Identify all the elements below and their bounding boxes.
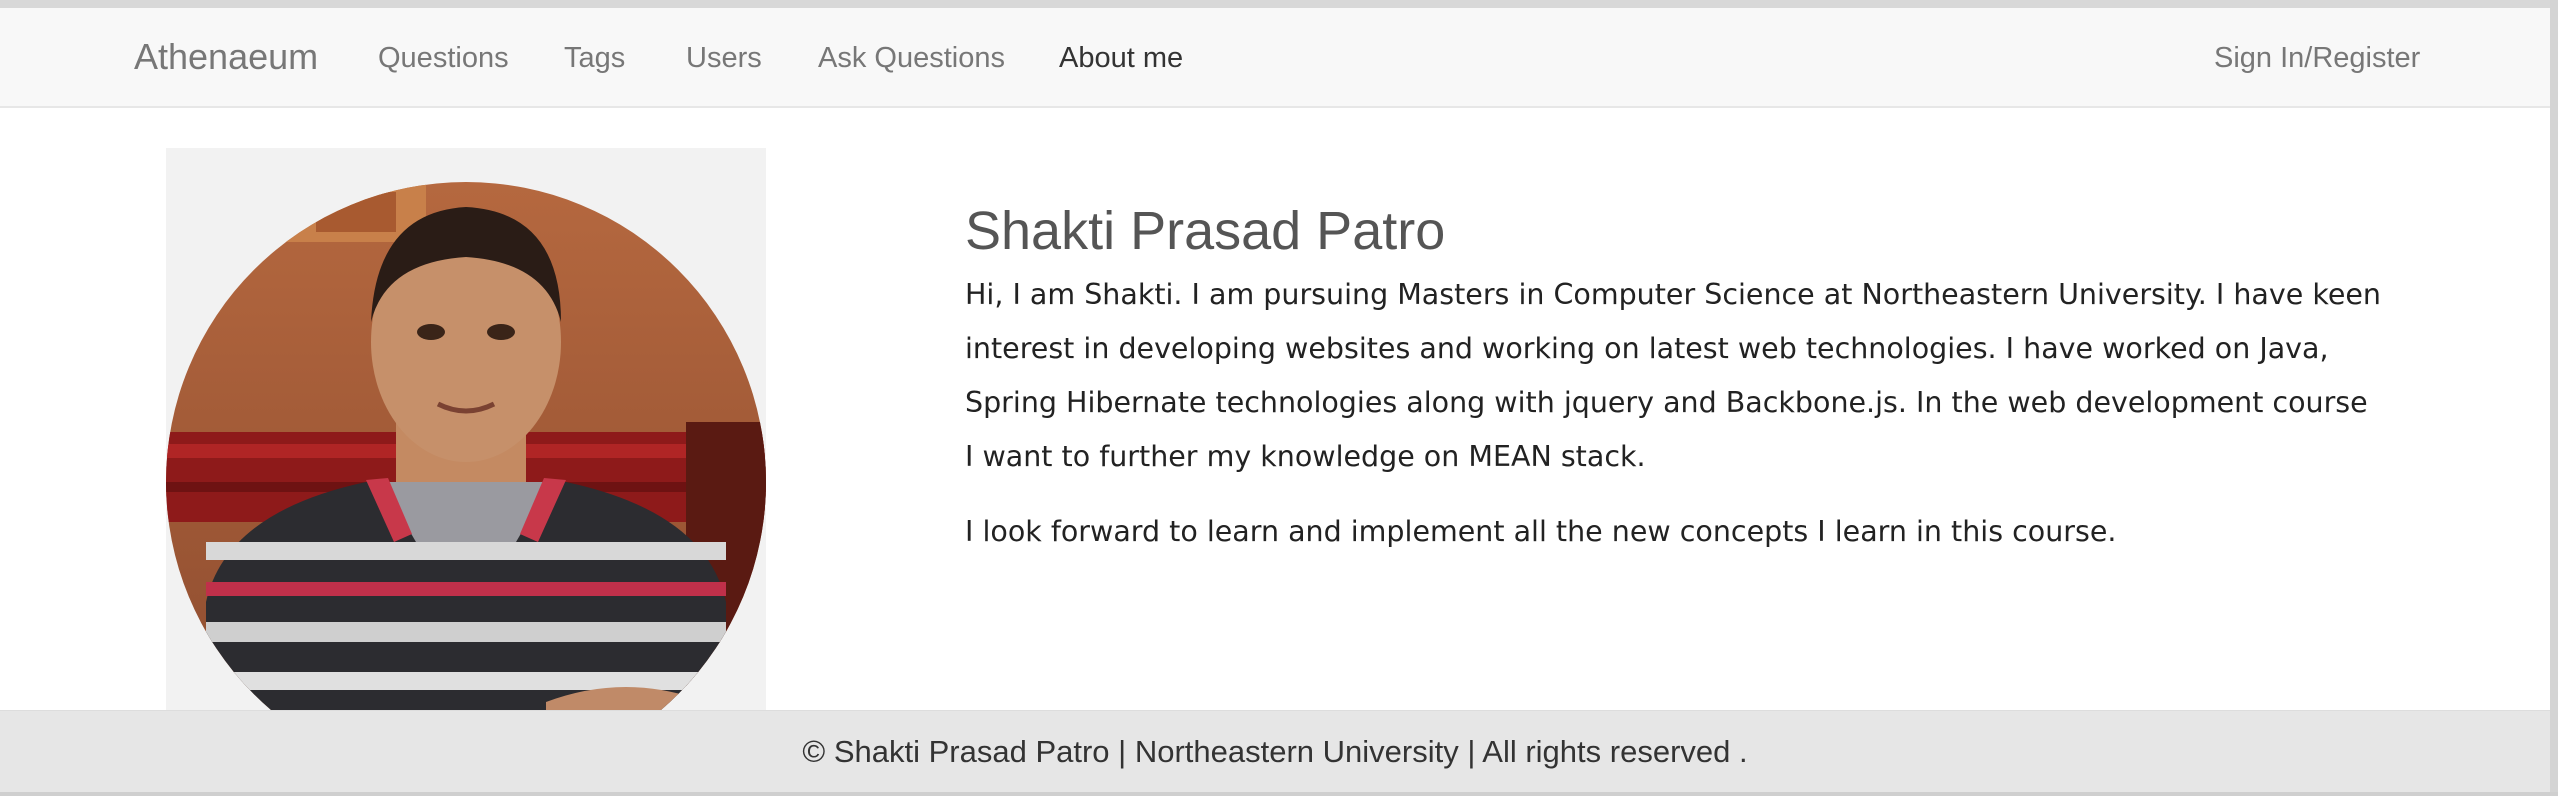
nav-link-about-me[interactable]: About me (1059, 42, 1183, 75)
nav-link-users[interactable]: Users (686, 42, 762, 75)
signin-register-link[interactable]: Sign In/Register (2214, 42, 2420, 75)
profile-photo-frame (166, 148, 766, 710)
nav-link-tags[interactable]: Tags (564, 42, 625, 75)
bio-paragraph-2: I look forward to learn and implement al… (965, 515, 2117, 548)
window-bottom-border (0, 792, 2558, 796)
profile-name: Shakti Prasad Patro (965, 201, 1446, 261)
footer-copyright: © Shakti Prasad Patro | Northeastern Uni… (802, 734, 1748, 769)
footer: © Shakti Prasad Patro | Northeastern Uni… (0, 710, 2550, 792)
window-right-border (2550, 0, 2558, 796)
profile-photo-illustration (166, 182, 766, 710)
navbar: Athenaeum Questions Tags Users Ask Quest… (0, 8, 2550, 108)
bio-paragraph-1: Hi, I am Shakti. I am pursuing Masters i… (965, 278, 2381, 473)
brand-logo-link[interactable]: Athenaeum (134, 36, 318, 78)
nav-link-questions[interactable]: Questions (378, 42, 509, 75)
nav-link-ask-questions[interactable]: Ask Questions (818, 42, 1005, 75)
window-top-border (0, 0, 2558, 8)
profile-photo (166, 182, 766, 710)
